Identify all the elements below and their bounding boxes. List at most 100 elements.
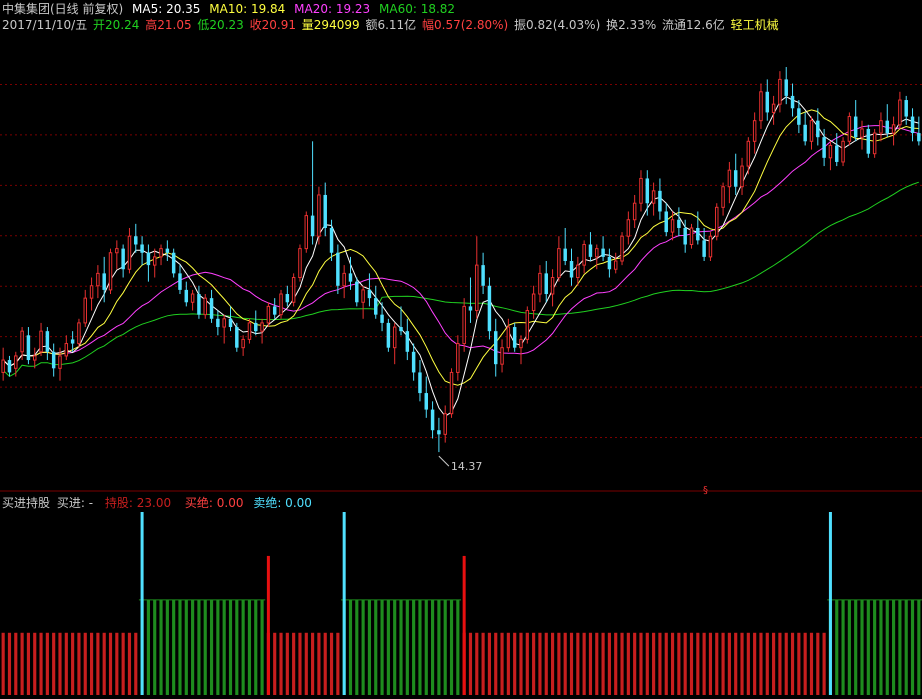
candle-body-up — [20, 330, 24, 353]
candle-body-down — [866, 128, 871, 154]
candle-body-down — [430, 409, 435, 431]
sell-signal-bar — [266, 555, 270, 695]
candle-body-down — [816, 120, 820, 138]
candle-body-down — [355, 281, 359, 303]
candle-body-down — [607, 256, 612, 270]
candle-body-up — [689, 227, 694, 245]
candle-body-up — [96, 272, 100, 287]
candle-body-down — [803, 124, 807, 142]
candle-body-down — [140, 244, 144, 253]
candle-body-down — [645, 178, 650, 204]
candle-body-down — [904, 100, 908, 117]
candle-body-down — [658, 190, 662, 212]
sell-signal-bar — [462, 555, 466, 695]
candle-body-down — [487, 285, 492, 332]
candle-body-down — [512, 327, 517, 348]
candle-body-down — [677, 219, 681, 228]
candle-body-up — [64, 343, 69, 357]
candle-body-down — [563, 248, 567, 261]
candle-body-down — [323, 194, 327, 228]
candle-body-down — [310, 215, 315, 237]
candle-body-down — [380, 314, 384, 323]
candle-body-down — [917, 133, 921, 142]
candle-body-down — [367, 289, 372, 299]
candle-body-down — [885, 120, 890, 134]
candle-body-up — [613, 260, 618, 270]
kline-chart: 14.37 § — [0, 67, 922, 695]
candle-body-down — [285, 294, 290, 303]
buy-signal-bar — [140, 512, 144, 695]
candle-body-down — [171, 252, 176, 274]
candle-body-up — [740, 165, 744, 188]
candle-body-down — [696, 227, 700, 241]
candle-body-down — [329, 227, 334, 253]
candle-body-up — [361, 289, 365, 303]
candle-body-down — [235, 327, 239, 348]
candle-body-down — [468, 306, 473, 311]
candle-body-down — [835, 145, 839, 162]
candle-body-up — [715, 206, 719, 237]
candle-body-up — [456, 343, 460, 373]
candle-body-up — [771, 103, 776, 113]
candle-body-up — [475, 264, 479, 312]
candle-body-down — [822, 137, 826, 158]
candle-body-up — [77, 322, 81, 345]
candle-body-up — [828, 144, 833, 159]
candle-body-down — [228, 318, 233, 328]
candle-body-up — [898, 99, 902, 126]
candle-body-down — [664, 211, 668, 233]
candle-body-up — [550, 277, 555, 295]
candle-body-up — [860, 128, 864, 138]
candle-body-up — [538, 272, 542, 295]
candle-body-up — [115, 248, 119, 254]
candle-body-up — [727, 169, 732, 188]
candle-body-down — [184, 289, 189, 303]
candle-body-down — [733, 170, 738, 187]
candle-body-up — [159, 248, 163, 258]
candle-body-up — [620, 235, 624, 262]
candle-body-down — [411, 351, 416, 373]
candle-body-up — [841, 140, 845, 163]
candle-body-down — [588, 244, 593, 257]
min-price-pointer — [438, 455, 450, 467]
candle-body-up — [298, 248, 302, 279]
candle-body-up — [291, 277, 296, 303]
candle-body-up — [595, 248, 599, 258]
candle-body-down — [121, 248, 125, 270]
candle-body-up — [304, 215, 309, 250]
candle-body-up — [721, 186, 725, 208]
candle-body-up — [670, 219, 675, 233]
candle-body-down — [683, 227, 687, 245]
candle-body-down — [165, 248, 170, 253]
candle-body-up — [89, 285, 94, 299]
candle-body-up — [108, 252, 113, 291]
candle-body-down — [386, 322, 391, 348]
candle-body-down — [702, 240, 706, 257]
candle-body-down — [336, 252, 340, 286]
candle-body-down — [7, 360, 12, 373]
candle-body-down — [134, 236, 138, 245]
candle-body-up — [39, 330, 43, 353]
candle-body-down — [797, 108, 801, 125]
candle-body-up — [500, 347, 504, 365]
candle-body-down — [418, 372, 422, 394]
ma5-line — [2, 96, 919, 417]
candle-body-up — [557, 248, 561, 279]
candle-body-up — [1, 359, 5, 373]
buy-signal-bar — [342, 512, 346, 695]
candle-body-up — [506, 326, 511, 349]
candle-body-down — [45, 331, 50, 352]
candle-body-up — [531, 293, 536, 312]
candle-body-up — [203, 297, 207, 316]
candle-body-down — [601, 248, 605, 257]
candle-body-down — [437, 430, 441, 435]
candle-body-up — [519, 338, 523, 349]
candle-body-down — [765, 91, 770, 113]
candle-body-down — [481, 265, 485, 286]
candle-body-down — [209, 298, 214, 319]
candle-body-up — [260, 322, 264, 332]
candle-body-down — [26, 335, 31, 361]
candle-body-down — [197, 294, 201, 315]
candle-body-down — [790, 95, 795, 109]
candle-body-down — [399, 327, 403, 332]
